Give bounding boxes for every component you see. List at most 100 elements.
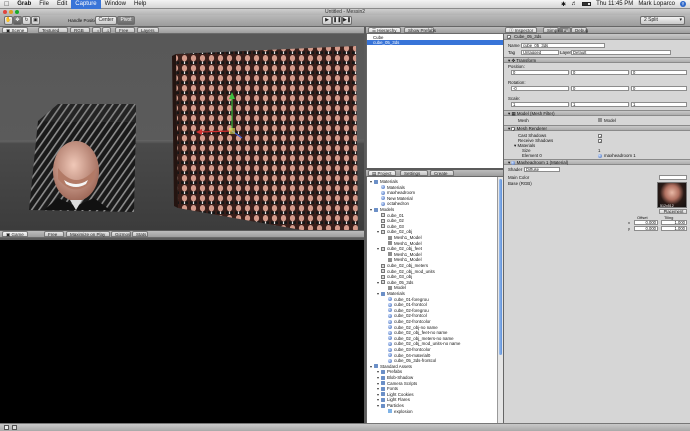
project-item[interactable]: ▾ cube_05_3ds bbox=[367, 280, 413, 285]
project-item[interactable]: ▾ Materials bbox=[367, 291, 405, 296]
scale-x-field[interactable]: 1 bbox=[511, 102, 569, 107]
object-active-checkbox[interactable]: ✓ bbox=[507, 34, 511, 39]
project-item[interactable]: Mesh1_Model bbox=[367, 257, 422, 262]
size-value[interactable]: 1 bbox=[598, 148, 600, 153]
game-view[interactable] bbox=[0, 240, 364, 423]
project-item[interactable]: cube_03_obj bbox=[367, 274, 412, 279]
project-item[interactable]: cube_02_obj_meters bbox=[367, 263, 428, 268]
project-item[interactable]: ▾ Camera Scripts bbox=[367, 381, 417, 386]
zoom-window-icon[interactable] bbox=[15, 10, 19, 14]
project-item[interactable]: octahedron bbox=[367, 201, 409, 206]
rotate-tool-button[interactable]: ↻ bbox=[22, 16, 31, 25]
element-0-value[interactable]: maxheadroom 1 bbox=[604, 153, 636, 158]
project-item[interactable]: cube_05_3ds-frontcol bbox=[367, 358, 436, 363]
pivot-toggle[interactable]: Pivot bbox=[117, 16, 135, 25]
center-toggle[interactable]: Center bbox=[95, 16, 117, 25]
menu-edit[interactable]: Edit bbox=[53, 0, 71, 9]
step-button[interactable]: ▶❚ bbox=[342, 16, 352, 25]
cube-object[interactable] bbox=[29, 104, 136, 212]
project-item[interactable]: explosion bbox=[367, 409, 413, 414]
tab-inspector[interactable]: ⓘ Inspector bbox=[505, 27, 538, 33]
project-item[interactable]: cube_02-frontcolor bbox=[367, 319, 431, 324]
project-item[interactable]: ▾ Light Cookies bbox=[367, 392, 414, 397]
project-item[interactable]: maxheadroom bbox=[367, 190, 415, 195]
position-x-field[interactable]: 0 bbox=[511, 70, 569, 75]
project-item[interactable]: Mesh1_Model bbox=[367, 235, 422, 240]
mode-simple-button[interactable]: Simple bbox=[543, 27, 561, 33]
rotation-y-field[interactable]: 0 bbox=[571, 86, 629, 91]
offset-x-field[interactable]: 0.000 bbox=[634, 220, 658, 225]
project-item[interactable]: cube_02_obj_meters-no name bbox=[367, 336, 454, 341]
rotation-z-field[interactable]: 0 bbox=[631, 86, 687, 91]
apple-menu-icon[interactable]:  bbox=[0, 0, 13, 9]
project-item[interactable]: ▾ cube_02_obj_feet bbox=[367, 246, 422, 251]
lighting-toggle[interactable]: ☼ bbox=[92, 27, 101, 33]
hierarchy-item-cube-05-3ds[interactable]: cube_05_3ds bbox=[367, 40, 503, 45]
project-scrollbar-thumb[interactable] bbox=[499, 179, 502, 355]
project-item[interactable]: cube_02_obj-no name bbox=[367, 325, 438, 330]
tab-hierarchy[interactable]: ☰ Hierarchy bbox=[368, 27, 401, 33]
project-item[interactable]: cube_02_obj_mod_units-no name bbox=[367, 341, 460, 346]
mode-full-button[interactable]: Full bbox=[559, 27, 571, 33]
project-item[interactable]: Materials bbox=[367, 185, 405, 190]
shader-dropdown[interactable]: Diffuse bbox=[524, 167, 560, 172]
draw-mode-dropdown[interactable]: Textured bbox=[38, 27, 68, 33]
project-item[interactable]: cube_01 bbox=[367, 213, 404, 218]
project-item[interactable]: ▾ Blob-Shadow bbox=[367, 375, 413, 380]
tiling-x-field[interactable]: 1.000 bbox=[661, 220, 687, 225]
project-item[interactable]: ▾ Particles bbox=[367, 403, 404, 408]
project-item[interactable]: New Material bbox=[367, 196, 413, 201]
offset-y-field[interactable]: 0.000 bbox=[634, 226, 658, 231]
rgb-dropdown[interactable]: RGB bbox=[70, 27, 90, 33]
placement-button[interactable]: Placement bbox=[659, 209, 687, 214]
project-item[interactable]: ▾ Materials bbox=[367, 179, 398, 184]
position-y-field[interactable]: 0 bbox=[571, 70, 629, 75]
pause-button[interactable]: ❚❚ bbox=[332, 16, 342, 25]
minimize-window-icon[interactable] bbox=[9, 10, 13, 14]
clock[interactable]: Thu 11:45 PM bbox=[596, 1, 633, 7]
project-item[interactable]: cube_02_obj_mod_units bbox=[367, 269, 435, 274]
layout-dropdown[interactable]: 2 Split ▾ bbox=[640, 16, 685, 25]
rotation-x-field[interactable]: -0 bbox=[511, 86, 569, 91]
project-item[interactable]: cube_02-frontcol bbox=[367, 313, 427, 318]
project-item[interactable]: cube_01-foregrou bbox=[367, 297, 429, 302]
tag-dropdown[interactable]: Untagged bbox=[521, 50, 559, 55]
project-item[interactable]: ▾ Standard Assets bbox=[367, 364, 412, 369]
menu-grab[interactable]: Grab bbox=[13, 0, 35, 9]
project-item[interactable]: ▾ Prefabs bbox=[367, 369, 402, 374]
console-icon[interactable] bbox=[4, 425, 9, 430]
project-item[interactable]: cube_01-frontcol bbox=[367, 302, 427, 307]
maximize-on-play-toggle[interactable]: Maximize on Play bbox=[66, 231, 110, 237]
project-item[interactable]: ▾ Fonts bbox=[367, 386, 398, 391]
cube-05-3ds-object[interactable] bbox=[172, 46, 358, 240]
transform-section[interactable]: ▾ ✥ Transform bbox=[504, 57, 690, 63]
name-field[interactable]: cube_05_3ds bbox=[521, 43, 605, 48]
tab-scene[interactable]: ▣ Scene bbox=[2, 27, 29, 33]
spotlight-icon[interactable]: ⚲ bbox=[680, 1, 686, 7]
layer-dropdown[interactable]: Default bbox=[571, 50, 671, 55]
free-dropdown[interactable]: Free bbox=[115, 27, 135, 33]
project-item[interactable]: cube_03-frontcolor bbox=[367, 347, 431, 352]
mode-debug-button[interactable]: Debug bbox=[571, 27, 588, 33]
receive-shadows-checkbox[interactable]: ✓ bbox=[598, 138, 602, 143]
play-button[interactable]: ▶ bbox=[322, 16, 332, 25]
project-item[interactable]: cube_02_obj_feet-no name bbox=[367, 330, 447, 335]
tab-game[interactable]: ▣ Game bbox=[2, 231, 28, 237]
project-item[interactable]: ▾ cube_02_obj bbox=[367, 229, 412, 234]
volume-icon[interactable]: ♬ bbox=[571, 1, 577, 7]
project-item[interactable]: cube_02-foregrou bbox=[367, 308, 429, 313]
project-item[interactable]: ▾ Light Flares bbox=[367, 397, 410, 402]
scale-z-field[interactable]: 1 bbox=[631, 102, 687, 107]
move-tool-button[interactable]: ✥ bbox=[13, 16, 22, 25]
battery-icon[interactable] bbox=[582, 2, 592, 6]
project-item[interactable]: cube_03 bbox=[367, 224, 404, 229]
mesh-filter-section[interactable]: ▾ ▦ Model (Mesh Filter) bbox=[504, 110, 690, 116]
create-dropdown[interactable]: Create bbox=[430, 170, 454, 176]
show-prefabs-toggle[interactable]: Show Prefabs bbox=[404, 27, 436, 33]
audio-toggle[interactable]: ♫ bbox=[102, 27, 111, 33]
menu-file[interactable]: File bbox=[35, 0, 53, 9]
settings-dropdown[interactable]: Settings bbox=[400, 170, 428, 176]
bluetooth-icon[interactable]: ✱ bbox=[561, 1, 566, 8]
project-item[interactable]: Mesh1_Model bbox=[367, 241, 422, 246]
project-item[interactable]: ▾ Models bbox=[367, 207, 394, 212]
